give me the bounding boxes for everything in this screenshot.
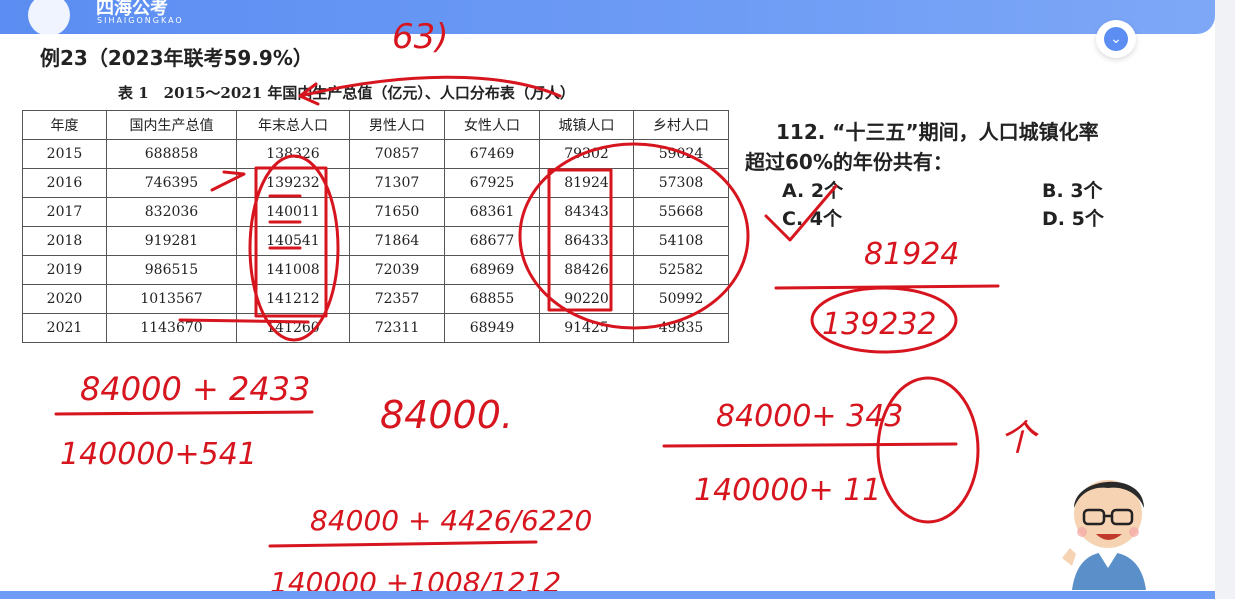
fraction-line: [268, 540, 538, 548]
table-header-cell: 年末总人口: [236, 110, 350, 140]
table-cell: 71650: [349, 197, 445, 227]
table-cell: 68969: [444, 255, 540, 285]
fraction-line: [54, 410, 314, 416]
table-cell: 72039: [349, 255, 445, 285]
table-cell: 688858: [106, 139, 237, 169]
table-cell: 68949: [444, 313, 540, 343]
expand-button[interactable]: ⌄: [1096, 20, 1136, 58]
table-cell: 84343: [539, 197, 634, 227]
side-strip: [1215, 0, 1235, 599]
table-cell: 79302: [539, 139, 634, 169]
option-c: C. 4个: [782, 208, 842, 230]
table-row: 2017 832036 140011 71650 68361 84343 556…: [22, 197, 729, 227]
table-cell: 2020: [22, 284, 107, 314]
table-cell: 88426: [539, 255, 634, 285]
data-table: 年度 国内生产总值 年末总人口 男性人口 女性人口 城镇人口 乡村人口 2015…: [22, 110, 729, 343]
table-cell: 2019: [22, 255, 107, 285]
example-title: 例23（2023年联考59.9%）: [40, 46, 313, 70]
brand-name: 四海公考: [96, 0, 168, 19]
table-cell: 81924: [539, 168, 634, 198]
header-bar: 四海公考 SIHAIGONGKAO: [0, 0, 1215, 36]
table-cell: 138326: [236, 139, 350, 169]
table-header-cell: 城镇人口: [539, 110, 634, 140]
fraction-line: [662, 442, 958, 448]
table-cell: 832036: [106, 197, 237, 227]
table-cell: 140011: [236, 197, 350, 227]
table-cell: 746395: [106, 168, 237, 198]
table-cell: 90220: [539, 284, 634, 314]
brand-sub: SIHAIGONGKAO: [97, 16, 184, 25]
table-cell: 55668: [633, 197, 729, 227]
table-header-cell: 年度: [22, 110, 107, 140]
question-line-2: 超过60%的年份共有：: [745, 150, 953, 174]
table-cell: 52582: [633, 255, 729, 285]
table-cell: 141212: [236, 284, 350, 314]
annotation-mid: 84000.: [380, 393, 513, 437]
table-cell: 57308: [633, 168, 729, 198]
table-cell: 67925: [444, 168, 540, 198]
table-cell: 86433: [539, 226, 634, 256]
logo-icon: [28, 0, 70, 36]
table-row: 2021 1143670 141260 72311 68949 91425 49…: [22, 313, 729, 343]
annotation-right-mark: 个: [1000, 418, 1039, 459]
table-header-cell: 国内生产总值: [106, 110, 237, 140]
table-cell: 986515: [106, 255, 237, 285]
table-cell: 139232: [236, 168, 350, 198]
table-cell: 91425: [539, 313, 634, 343]
annotation-frac-den: 139232: [822, 307, 937, 342]
option-d: D. 5个: [1042, 208, 1104, 230]
table-cell: 68677: [444, 226, 540, 256]
annotation-frac-num: 81924: [864, 237, 959, 272]
table-cell: 1013567: [106, 284, 237, 314]
table-cell: 2015: [22, 139, 107, 169]
table-cell: 72357: [349, 284, 445, 314]
table-header-cell: 乡村人口: [633, 110, 729, 140]
table-cell: 49835: [633, 313, 729, 343]
fraction-line: [774, 284, 1000, 290]
table-cell: 141260: [236, 313, 350, 343]
annotation-bottom-num: 84000 + 4426/6220: [310, 504, 592, 537]
option-a: A. 2个: [782, 180, 844, 202]
question-line-1: 112. “十三五”期间，人口城镇化率: [776, 120, 1099, 144]
table-row: 2018 919281 140541 71864 68677 86433 541…: [22, 226, 729, 256]
table-cell: 68855: [444, 284, 540, 314]
table-cell: 50992: [633, 284, 729, 314]
table-cell: 2018: [22, 226, 107, 256]
table-cell: 2016: [22, 168, 107, 198]
table-cell: 919281: [106, 226, 237, 256]
table-cell: 141008: [236, 255, 350, 285]
table-row: 2019 986515 141008 72039 68969 88426 525…: [22, 255, 729, 285]
table-cell: 67469: [444, 139, 540, 169]
table-cell: 59024: [633, 139, 729, 169]
annotation-right-num: 84000+ 343: [716, 399, 903, 434]
table-cell: 70857: [349, 139, 445, 169]
table-cell: 71307: [349, 168, 445, 198]
table-row: 2020 1013567 141212 72357 68855 90220 50…: [22, 284, 729, 314]
annotation-right-den: 140000+ 11: [694, 473, 881, 508]
annotation-left-num: 84000 + 2433: [80, 370, 310, 408]
highlight-ellipse: [810, 286, 958, 354]
table-cell: 1143670: [106, 313, 237, 343]
footer-bar: [0, 591, 1215, 599]
option-b: B. 3个: [1042, 180, 1103, 202]
table-cell: 2021: [22, 313, 107, 343]
table-row: 2015 688858 138326 70857 67469 79302 590…: [22, 139, 729, 169]
table-cell: 54108: [633, 226, 729, 256]
table-header-cell: 女性人口: [444, 110, 540, 140]
table-caption: 表 1 2015～2021 年国内生产总值（亿元）、人口分布表（万人）: [118, 84, 575, 102]
teacher-avatar: [1062, 480, 1146, 590]
table-cell: 2017: [22, 197, 107, 227]
table-row: 2016 746395 139232 71307 67925 81924 573…: [22, 168, 729, 198]
chevron-down-icon: ⌄: [1104, 27, 1128, 51]
table-cell: 140541: [236, 226, 350, 256]
table-cell: 72311: [349, 313, 445, 343]
table-cell: 71864: [349, 226, 445, 256]
annotation-left-den: 140000+541: [60, 437, 257, 472]
highlight-ellipse: [876, 376, 980, 524]
table-cell: 68361: [444, 197, 540, 227]
table-header-cell: 男性人口: [349, 110, 445, 140]
table-header-row: 年度 国内生产总值 年末总人口 男性人口 女性人口 城镇人口 乡村人口: [22, 110, 729, 140]
